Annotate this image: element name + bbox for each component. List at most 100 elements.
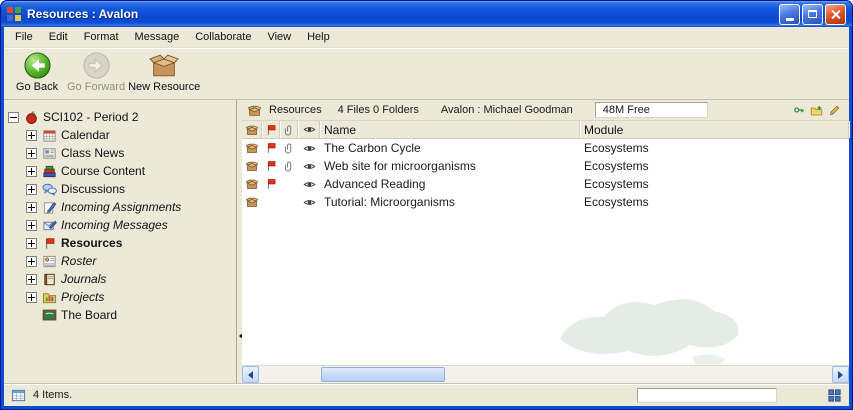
flag-icon	[41, 237, 57, 250]
chalkboard-icon	[41, 308, 57, 323]
flag-icon	[262, 178, 280, 190]
close-button[interactable]	[825, 4, 846, 25]
titlebar[interactable]: Resources : Avalon	[1, 1, 852, 27]
expand-icon[interactable]	[26, 238, 37, 249]
list-row[interactable]: The Carbon Cycle Ecosystems	[242, 139, 849, 157]
tree-item-the-board[interactable]: The Board	[8, 306, 236, 324]
list-row[interactable]: Web site for microorganisms Ecosystems	[242, 157, 849, 175]
project-folder-icon	[41, 290, 57, 305]
status-progress-field	[637, 388, 777, 403]
resource-module: Ecosystems	[580, 141, 849, 155]
menu-help[interactable]: Help	[299, 28, 338, 46]
app-icon	[6, 6, 22, 22]
tree-root-course[interactable]: SCI102 - Period 2	[8, 108, 236, 126]
menu-message[interactable]: Message	[127, 28, 188, 46]
items-view-icon[interactable]	[11, 388, 26, 403]
tree-item-journals[interactable]: Journals	[8, 270, 236, 288]
list-row[interactable]: Advanced Reading Ecosystems	[242, 175, 849, 193]
go-forward-label: Go Forward	[67, 81, 125, 93]
menu-edit[interactable]: Edit	[41, 28, 76, 46]
panel-title: Resources	[269, 104, 322, 116]
resource-name[interactable]: Advanced Reading	[320, 177, 580, 191]
resource-module: Ecosystems	[580, 195, 849, 209]
flag-icon	[262, 160, 280, 172]
speech-bubbles-icon	[41, 182, 57, 197]
tree-root-label: SCI102 - Period 2	[43, 110, 138, 124]
eye-icon	[298, 178, 320, 191]
tree-item-incoming-assignments[interactable]: Incoming Assignments	[8, 198, 236, 216]
tree-item-roster[interactable]: Roster	[8, 252, 236, 270]
quill-paper-icon	[41, 200, 57, 215]
package-icon	[242, 196, 262, 208]
expand-icon[interactable]	[26, 148, 37, 159]
server-user-label: Avalon : Michael Goodman	[441, 104, 573, 116]
collapse-expander-icon[interactable]	[8, 112, 19, 123]
expand-icon[interactable]	[26, 274, 37, 285]
new-resource-icon	[149, 51, 179, 80]
tree-item-resources[interactable]: Resources	[8, 234, 236, 252]
status-bar: 4 Items.	[4, 383, 849, 406]
expand-icon[interactable]	[26, 292, 37, 303]
window-title: Resources : Avalon	[27, 7, 779, 21]
scroll-left-arrow[interactable]	[242, 366, 259, 383]
key-icon[interactable]	[793, 104, 805, 116]
tree-item-class-news[interactable]: Class News	[8, 144, 236, 162]
paperclip-icon	[280, 160, 298, 172]
eye-icon	[298, 142, 320, 155]
free-space-field: 48M Free	[595, 102, 708, 118]
menu-collaborate[interactable]: Collaborate	[187, 28, 259, 46]
column-flag[interactable]	[262, 121, 280, 138]
expand-icon[interactable]	[26, 184, 37, 195]
maximize-button[interactable]	[802, 4, 823, 25]
journal-book-icon	[41, 272, 57, 287]
scroll-right-arrow[interactable]	[832, 366, 849, 383]
left-triangle-icon	[244, 371, 253, 379]
expand-icon[interactable]	[26, 256, 37, 267]
close-icon	[830, 9, 841, 20]
resource-name[interactable]: Tutorial: Microorganisms	[320, 195, 580, 209]
menu-file[interactable]: File	[7, 28, 41, 46]
grid-icon[interactable]	[827, 388, 842, 403]
scrollbar-thumb[interactable]	[321, 367, 445, 382]
column-header-row: Name Module	[242, 121, 849, 139]
package-icon	[242, 178, 262, 190]
right-triangle-icon	[838, 371, 847, 379]
paperclip-icon	[283, 124, 295, 136]
package-icon	[248, 104, 261, 117]
column-package[interactable]	[242, 121, 262, 138]
column-visibility[interactable]	[298, 121, 320, 138]
expand-icon[interactable]	[26, 130, 37, 141]
list-row[interactable]: Tutorial: Microorganisms Ecosystems	[242, 193, 849, 211]
tree-item-discussions[interactable]: Discussions	[8, 180, 236, 198]
newspaper-icon	[41, 146, 57, 161]
app-window: Resources : Avalon File Edit Format Mess…	[0, 0, 853, 410]
flag-icon	[262, 142, 280, 154]
tree-item-label: Projects	[61, 290, 104, 304]
expand-icon[interactable]	[26, 202, 37, 213]
column-name[interactable]: Name	[320, 121, 580, 138]
new-folder-icon[interactable]	[810, 104, 823, 117]
column-module[interactable]: Module	[580, 121, 849, 138]
resource-name[interactable]: Web site for microorganisms	[320, 159, 580, 173]
scrollbar-track[interactable]	[259, 366, 832, 383]
column-attachment[interactable]	[280, 121, 298, 138]
resource-name[interactable]: The Carbon Cycle	[320, 141, 580, 155]
tree-item-incoming-messages[interactable]: Incoming Messages	[8, 216, 236, 234]
expand-icon[interactable]	[26, 166, 37, 177]
resources-panel: Resources 4 Files 0 Folders Avalon : Mic…	[242, 100, 849, 383]
tree-item-projects[interactable]: Projects	[8, 288, 236, 306]
horizontal-scrollbar[interactable]	[242, 365, 849, 383]
edit-pencil-icon[interactable]	[828, 104, 841, 117]
menu-view[interactable]: View	[259, 28, 299, 46]
tree-item-course-content[interactable]: Course Content	[8, 162, 236, 180]
tree-item-calendar[interactable]: Calendar	[8, 126, 236, 144]
minimize-button[interactable]	[779, 4, 800, 25]
item-count-label: 4 Items.	[33, 389, 72, 401]
new-resource-button[interactable]: New Resource	[128, 51, 200, 94]
tree-item-label: Incoming Assignments	[61, 200, 181, 214]
expand-icon[interactable]	[26, 220, 37, 231]
menu-format[interactable]: Format	[76, 28, 127, 46]
new-resource-label: New Resource	[128, 81, 200, 93]
go-forward-button[interactable]: Go Forward	[67, 51, 125, 94]
go-back-button[interactable]: Go Back	[10, 51, 64, 94]
